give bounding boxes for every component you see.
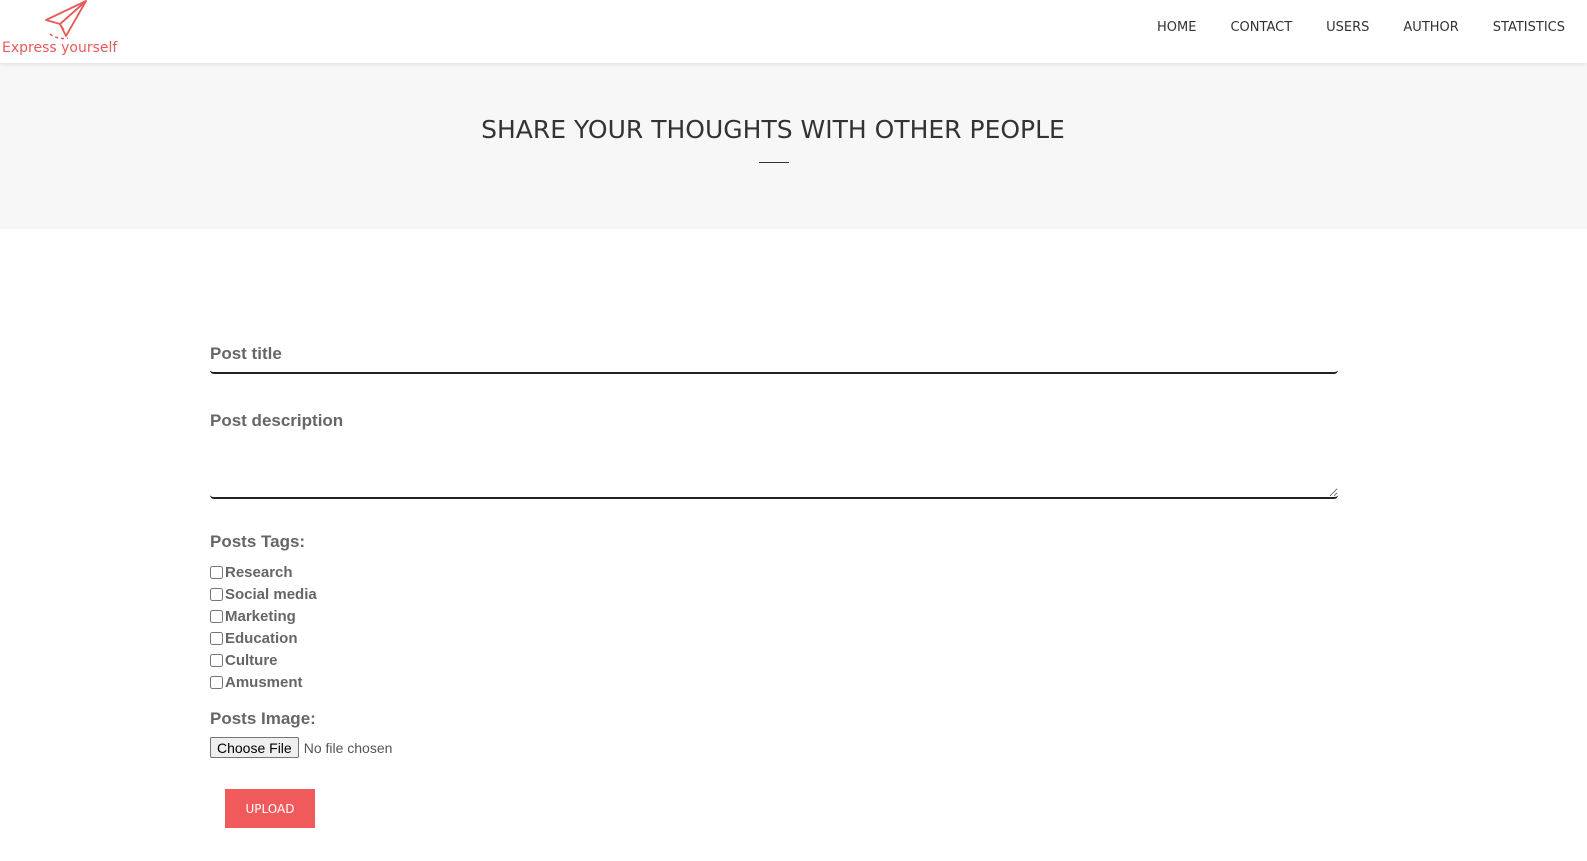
upload-button[interactable]: UPLOAD: [225, 789, 315, 828]
tag-social-media-checkbox[interactable]: [210, 587, 223, 601]
tag-social-media[interactable]: Social media: [210, 583, 1338, 605]
tag-education-checkbox[interactable]: [210, 631, 223, 645]
post-title-field: [210, 330, 1338, 374]
title-divider: [759, 162, 789, 163]
new-post-form: Posts Tags: Research Social media Market…: [210, 330, 1338, 758]
tag-label: Marketing: [225, 607, 296, 625]
paper-plane-icon: [45, 0, 87, 40]
tag-marketing[interactable]: Marketing: [210, 605, 1338, 627]
tag-label: Culture: [225, 651, 278, 669]
hero-banner: SHARE YOUR THOUGHTS WITH OTHER PEOPLE: [0, 63, 1587, 229]
tag-label: Amusment: [225, 673, 303, 691]
tags-label: Posts Tags:: [210, 532, 306, 551]
tag-marketing-checkbox[interactable]: [210, 609, 223, 623]
nav-item-statistics[interactable]: STATISTICS: [1493, 20, 1565, 35]
nav-item-home[interactable]: HOME: [1157, 20, 1196, 35]
tag-label: Education: [225, 629, 298, 647]
tag-label: Social media: [225, 585, 317, 603]
tags-list: Research Social media Marketing Educatio…: [210, 561, 1338, 693]
file-input: Choose File No file chosen: [210, 737, 1338, 758]
post-title-input[interactable]: [210, 330, 1338, 372]
site-logo[interactable]: Express yourself: [2, 0, 122, 60]
tag-amusment-checkbox[interactable]: [210, 675, 223, 689]
tag-label: Research: [225, 563, 293, 581]
choose-file-button[interactable]: Choose File: [210, 737, 299, 758]
tag-amusment[interactable]: Amusment: [210, 671, 1338, 693]
tag-education[interactable]: Education: [210, 627, 1338, 649]
image-label: Posts Image:: [210, 709, 316, 728]
tag-research-checkbox[interactable]: [210, 565, 223, 579]
page-title: SHARE YOUR THOUGHTS WITH OTHER PEOPLE: [481, 115, 1065, 144]
main-nav: HOME CONTACT USERS AUTHOR STATISTICS: [1123, 20, 1565, 35]
post-description-textarea[interactable]: [210, 401, 1338, 497]
post-description-field: [210, 401, 1338, 499]
file-status: No file chosen: [303, 739, 393, 756]
top-navbar: Express yourself HOME CONTACT USERS AUTH…: [0, 0, 1587, 63]
logo-text: Express yourself: [2, 40, 118, 56]
tag-research[interactable]: Research: [210, 561, 1338, 583]
nav-item-contact[interactable]: CONTACT: [1230, 20, 1292, 35]
nav-item-author[interactable]: AUTHOR: [1403, 20, 1458, 35]
tag-culture-checkbox[interactable]: [210, 653, 223, 667]
tag-culture[interactable]: Culture: [210, 649, 1338, 671]
nav-item-users[interactable]: USERS: [1326, 20, 1369, 35]
